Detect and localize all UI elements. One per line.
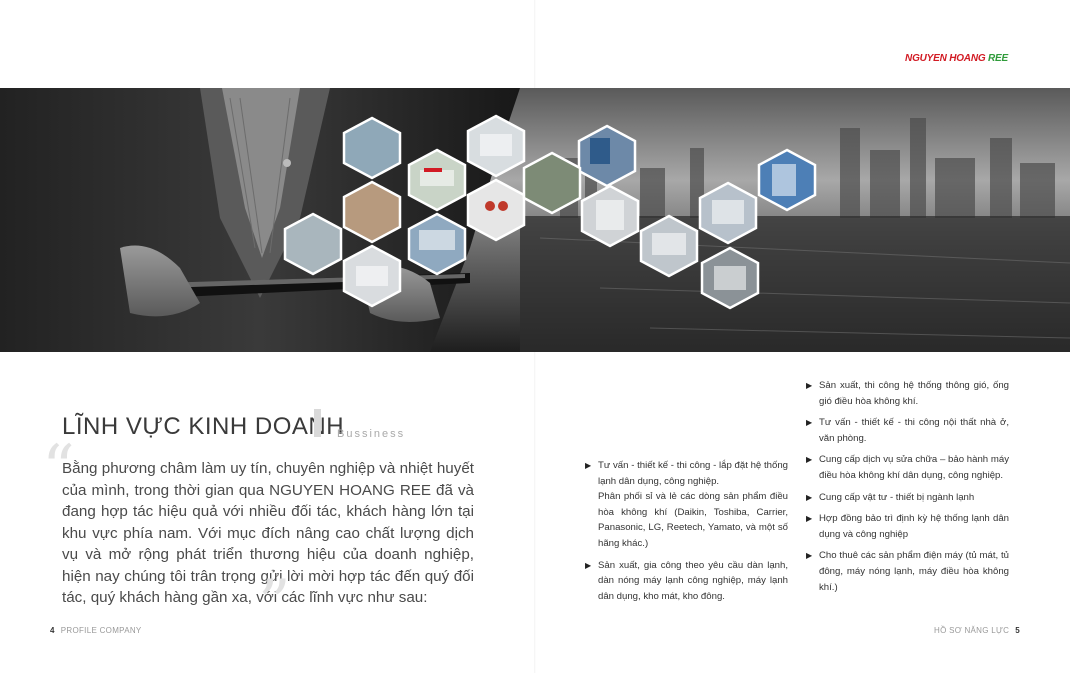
- service-text: Sản xuất, gia công theo yêu cầu dàn lạnh…: [598, 559, 788, 602]
- service-text: Cung cấp dịch vụ sửa chữa – bảo hành máy…: [819, 454, 1009, 481]
- footer-left: 4 PROFILE COMPANY: [50, 626, 142, 635]
- list-item: ▶ Tư vấn - thiết kế - thi công nội thất …: [806, 415, 1009, 446]
- service-text: Tư vấn - thiết kế - thi công - lắp đặt h…: [598, 460, 788, 487]
- hero-banner: [0, 88, 1070, 352]
- brand-name-part2: REE: [988, 53, 1008, 64]
- arrow-bullet-icon: ▶: [806, 551, 813, 561]
- list-item: ▶ Cho thuê các sản phẩm điện máy (tủ mát…: [806, 548, 1009, 595]
- page-number-right: 5: [1015, 626, 1020, 635]
- close-quote-mark: ”: [258, 567, 291, 641]
- brand-name-part1: NGUYEN HOANG: [905, 53, 986, 64]
- service-text: Tư vấn - thiết kế - thi công nội thất nh…: [819, 417, 1009, 444]
- arrow-bullet-icon: ▶: [806, 514, 813, 524]
- arrow-bullet-icon: ▶: [806, 492, 813, 502]
- list-item: ▶ Cung cấp dịch vụ sửa chữa – bảo hành m…: [806, 452, 1009, 483]
- footer-left-label: PROFILE COMPANY: [60, 626, 142, 635]
- service-text: Cho thuê các sản phẩm điện máy (tủ mát, …: [819, 550, 1009, 593]
- page-number-left: 4: [50, 626, 55, 635]
- service-subtext: Phân phối sỉ và lẻ các dòng sản phẩm điề…: [598, 491, 788, 549]
- service-text: Cung cấp vật tư - thiết bị ngành lạnh: [819, 491, 975, 503]
- list-item: ▶ Tư vấn - thiết kế - thi công - lắp đặt…: [585, 458, 788, 552]
- list-item: ▶ Cung cấp vật tư - thiết bị ngành lạnh: [806, 490, 1009, 506]
- brand-logo: NGUYEN HOANG REE: [905, 53, 1008, 64]
- arrow-bullet-icon: ▶: [585, 461, 592, 470]
- services-column-1: ▶ Tư vấn - thiết kế - thi công - lắp đặt…: [585, 458, 788, 610]
- title-accent-bar: [314, 409, 321, 437]
- arrow-bullet-icon: ▶: [806, 455, 813, 465]
- list-item: ▶ Sản xuất, thi công hệ thống thông gió,…: [806, 378, 1009, 409]
- section-title: LĨNH VỰC KINH DOANH: [62, 413, 345, 440]
- arrow-bullet-icon: ▶: [806, 418, 813, 428]
- services-column-2: ▶ Sản xuất, thi công hệ thống thông gió,…: [806, 378, 1009, 601]
- list-item: ▶ Hợp đồng bảo trì định kỳ hệ thống lạnh…: [806, 511, 1009, 542]
- arrow-bullet-icon: ▶: [585, 560, 592, 570]
- service-text: Hợp đồng bảo trì định kỳ hệ thống lạnh d…: [819, 513, 1009, 540]
- service-text: Sản xuất, thi công hệ thống thông gió, ố…: [819, 380, 1009, 407]
- brochure-spread: NGUYEN HOANG REE “ LĨNH VỰC KINH DOANH B…: [0, 0, 1070, 673]
- footer-right-label: HỒ SƠ NĂNG LỰC: [934, 626, 1010, 635]
- list-item: ▶ Sản xuất, gia công theo yêu cầu dàn lạ…: [585, 558, 788, 605]
- footer-right: HỒ SƠ NĂNG LỰC 5: [934, 626, 1020, 635]
- banner-illustration: [0, 88, 1070, 352]
- section-subtitle: Bussiness: [337, 428, 406, 440]
- arrow-bullet-icon: ▶: [806, 381, 813, 390]
